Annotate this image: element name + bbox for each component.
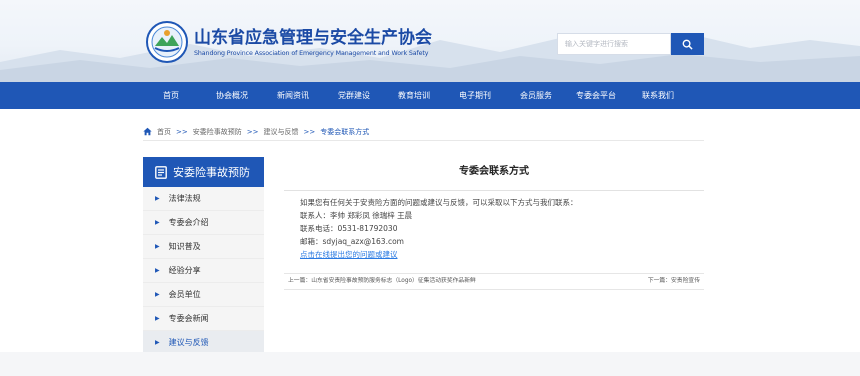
nav-item-journal[interactable]: 电子期刊 xyxy=(459,82,491,109)
arrow-right-icon: ▶ xyxy=(155,243,160,250)
sidebar-item-experience[interactable]: ▶ 经验分享 xyxy=(143,259,264,283)
sidebar-item-label: 知识普及 xyxy=(168,242,201,251)
logo-title: 山东省应急管理与安全生产协会 xyxy=(194,27,432,48)
sidebar-item-members[interactable]: ▶ 会员单位 xyxy=(143,283,264,307)
article-intro: 如果您有任何关于安责险方面的问题或建议与反馈，可以采取以下方式与我们联系： xyxy=(300,198,578,207)
contact-email: 邮箱：sdyjaq_azx@163.com xyxy=(300,237,404,246)
arrow-right-icon: ▶ xyxy=(155,339,160,346)
sidebar-item-label: 会员单位 xyxy=(168,290,201,299)
nav-item-training[interactable]: 教育培训 xyxy=(398,82,430,109)
article: 专委会联系方式 如果您有任何关于安责险方面的问题或建议与反馈，可以采取以下方式与… xyxy=(284,157,704,290)
divider xyxy=(284,190,704,191)
nav-item-party[interactable]: 党群建设 xyxy=(338,82,370,109)
nav-item-contact[interactable]: 联系我们 xyxy=(642,82,674,109)
sidebar-item-label: 专委会新闻 xyxy=(168,314,209,323)
prev-article-link[interactable]: 上一篇：山东省安责险事故预防服务标志（Logo）征集活动获奖作品新鲜 xyxy=(288,278,476,284)
sidebar-item-laws[interactable]: ▶ 法律法规 xyxy=(143,187,264,211)
arrow-right-icon: ▶ xyxy=(155,195,160,202)
logo-subtitle: Shandong Province Association of Emergen… xyxy=(194,49,429,57)
nav-item-members[interactable]: 会员服务 xyxy=(520,82,552,109)
contact-phone: 联系电话：0531-81792030 xyxy=(300,224,398,233)
sidebar-item-intro[interactable]: ▶ 专委会介绍 xyxy=(143,211,264,235)
footer xyxy=(0,352,860,376)
sidebar-title: 安委险事故预防 xyxy=(173,166,250,179)
arrow-right-icon: ▶ xyxy=(155,291,160,298)
sidebar-item-knowledge[interactable]: ▶ 知识普及 xyxy=(143,235,264,259)
nav-item-news[interactable]: 新闻资讯 xyxy=(277,82,309,109)
home-icon xyxy=(143,127,152,136)
search-input[interactable]: 输入关键字进行搜索 xyxy=(557,33,671,55)
next-article-link[interactable]: 下一篇：安责险宣传 xyxy=(648,274,700,289)
sidebar-item-label: 建议与反馈 xyxy=(168,338,209,347)
nav-item-home[interactable]: 首页 xyxy=(163,82,179,109)
main-nav: 首页 协会概况 新闻资讯 党群建设 教育培训 电子期刊 会员服务 专委会平台 联… xyxy=(0,82,860,109)
site-header: 山东省应急管理与安全生产协会 Shandong Province Associa… xyxy=(0,0,860,82)
nav-item-committee[interactable]: 专委会平台 xyxy=(576,82,616,109)
nav-item-about[interactable]: 协会概况 xyxy=(216,82,248,109)
article-body: 如果您有任何关于安责险方面的问题或建议与反馈，可以采取以下方式与我们联系： 联系… xyxy=(284,196,704,261)
sidebar-item-label: 经验分享 xyxy=(168,266,201,275)
breadcrumb: 首页 >> 安委险事故预防 >> 建议与反馈 >> 专委会联系方式 xyxy=(143,125,704,141)
sidebar-header: 安委险事故预防 xyxy=(143,157,264,187)
arrow-right-icon: ▶ xyxy=(155,219,160,226)
contact-persons: 联系人：李帅 郑彩凤 徐瑞梓 王晨 xyxy=(300,211,413,220)
sidebar-item-label: 法律法规 xyxy=(168,194,201,203)
breadcrumb-separator: >> xyxy=(303,127,316,136)
arrow-right-icon: ▶ xyxy=(155,267,160,274)
sidebar-item-committee-news[interactable]: ▶ 专委会新闻 xyxy=(143,307,264,331)
breadcrumb-separator: >> xyxy=(246,127,259,136)
arrow-right-icon: ▶ xyxy=(155,315,160,322)
sidebar-item-label: 专委会介绍 xyxy=(168,218,209,227)
breadcrumb-separator: >> xyxy=(176,127,188,136)
breadcrumb-home[interactable]: 首页 xyxy=(157,127,171,137)
search-button[interactable] xyxy=(671,33,704,55)
breadcrumb-level1[interactable]: 安委险事故预防 xyxy=(193,127,242,137)
breadcrumb-level2[interactable]: 建议与反馈 xyxy=(263,127,298,137)
breadcrumb-current: 专委会联系方式 xyxy=(320,127,370,136)
article-title: 专委会联系方式 xyxy=(459,166,529,177)
site-logo[interactable]: 山东省应急管理与安全生产协会 Shandong Province Associa… xyxy=(146,20,432,64)
pager: 上一篇：山东省安责险事故预防服务标志（Logo）征集活动获奖作品新鲜 下一篇：安… xyxy=(284,273,704,290)
association-emblem-icon xyxy=(146,21,188,63)
sidebar: 安委险事故预防 ▶ 法律法规 ▶ 专委会介绍 ▶ 知识普及 ▶ 经验分享 ▶ 会员单位 ▶… xyxy=(143,157,264,355)
document-icon xyxy=(155,165,167,179)
feedback-link[interactable]: 点击在线提出您的问题或建议 xyxy=(300,248,704,261)
search-icon xyxy=(682,39,693,50)
